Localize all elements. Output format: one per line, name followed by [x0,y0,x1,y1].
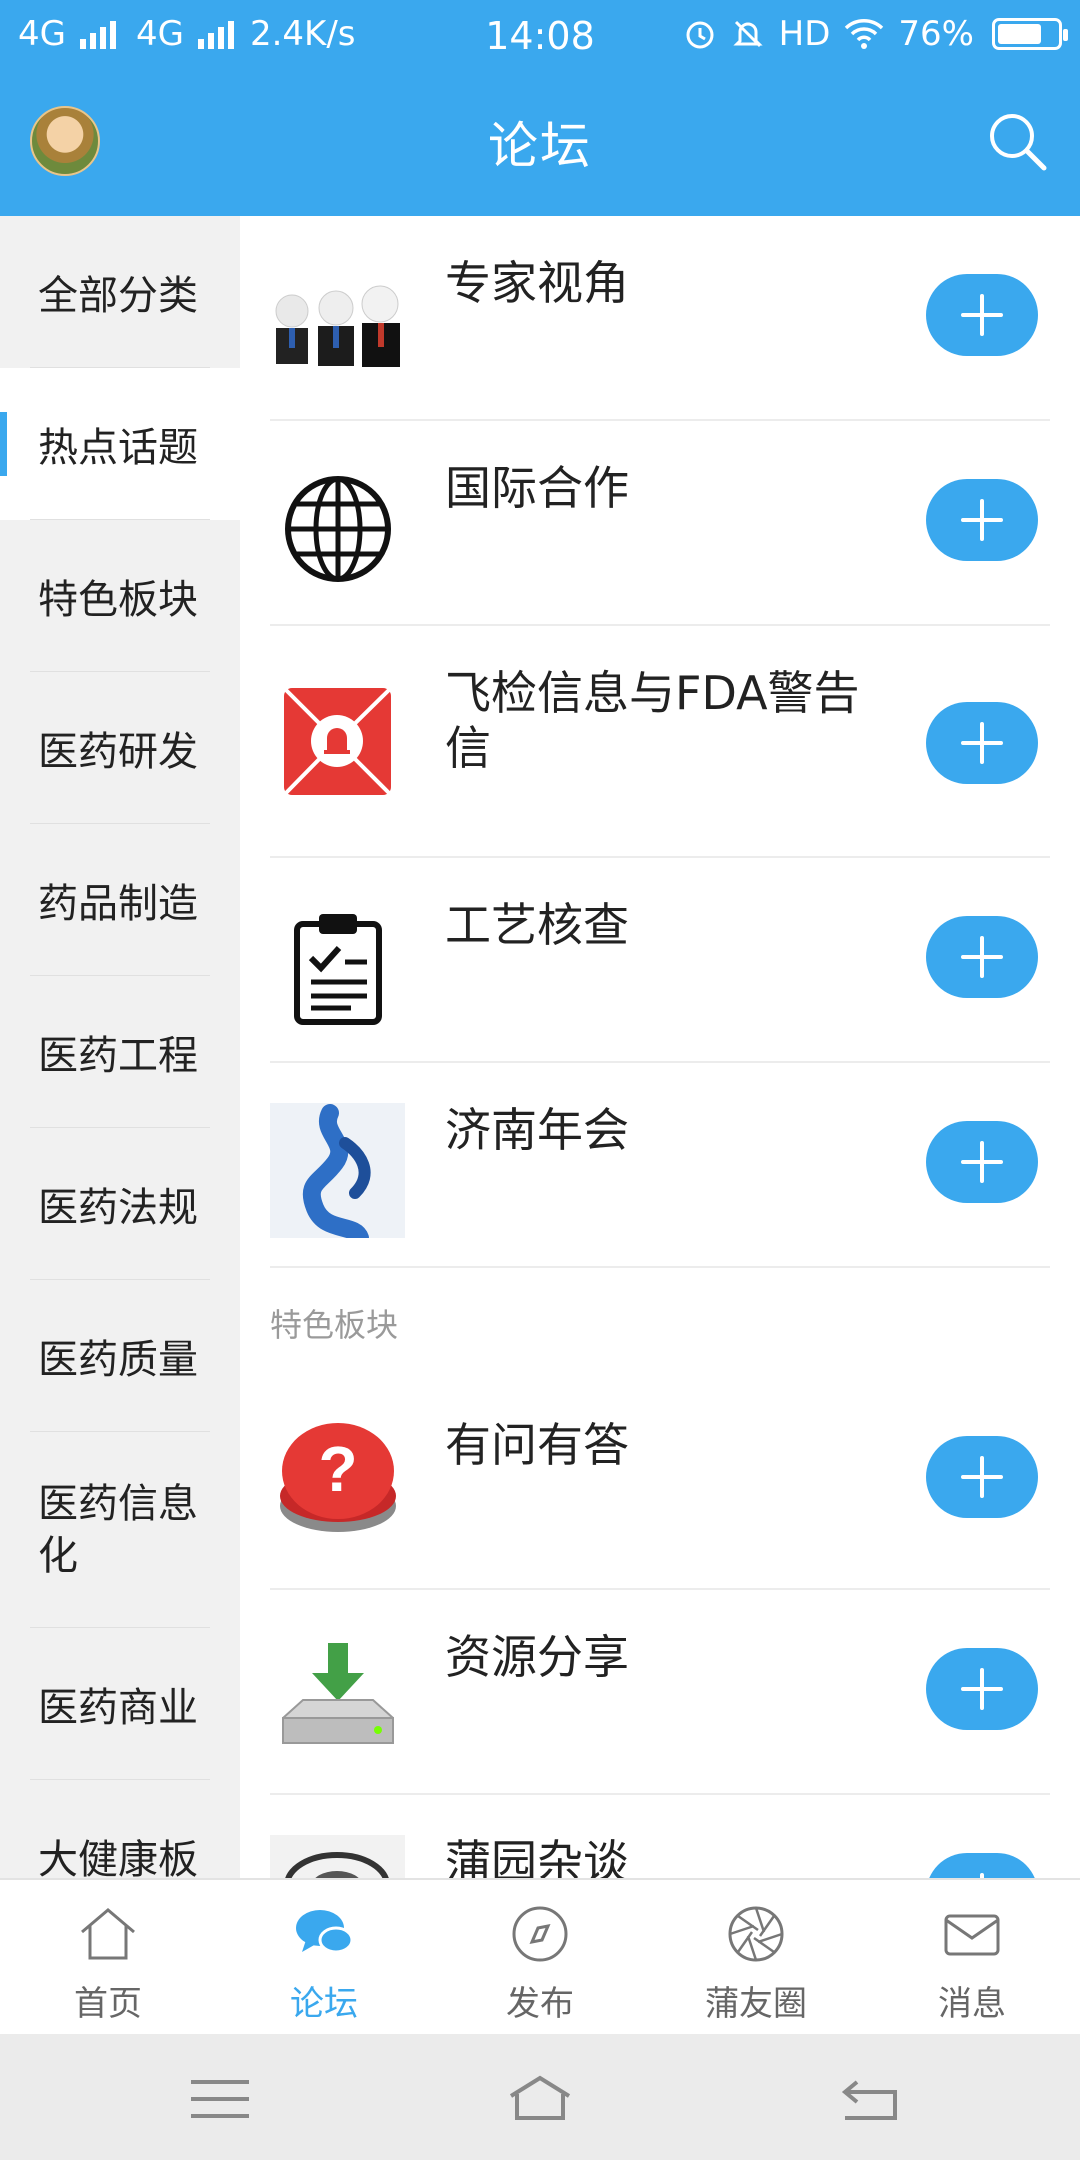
home-nav-icon[interactable] [505,2074,575,2124]
sidebar-item-label: 大健康板 [38,1837,198,1878]
home-icon [81,1908,135,1960]
svg-text:?: ? [318,1433,357,1505]
plus-icon [961,294,1003,336]
download-drive-icon [270,1630,405,1765]
sidebar-item-commerce[interactable]: 医药商业 [0,1628,240,1780]
plus-icon [961,1456,1003,1498]
board-name: 资源分享 [445,1630,629,1684]
plus-icon [961,936,1003,978]
sidebar-item-label: 医药研发 [38,729,198,775]
alarm-icon [270,674,405,809]
plus-icon [961,1668,1003,1710]
tab-publish[interactable]: 发布 [432,1880,648,2034]
tab-circle[interactable]: 蒲友圈 [648,1880,864,2034]
sidebar-item-label: 医药商业 [38,1685,198,1731]
follow-button[interactable] [926,479,1038,561]
board-name: 工艺核查 [445,898,629,952]
board-row[interactable]: ? 有问有答 [270,1378,1050,1590]
board-row[interactable]: 资源分享 [270,1590,1050,1795]
tab-label: 蒲友圈 [705,1984,807,2024]
plus-icon [961,1141,1003,1183]
ribbon-sculpture-icon [270,1103,405,1238]
tab-label: 发布 [506,1984,574,2024]
follow-button[interactable] [926,916,1038,998]
follow-button[interactable] [926,1436,1038,1518]
system-nav-bar [0,2034,1080,2160]
board-row[interactable]: 飞检信息与FDA警告信 [270,626,1050,858]
sidebar-item-label: 药品制造 [38,881,198,927]
category-sidebar: 全部分类 热点话题 特色板块 医药研发 药品制造 医药工程 医药法规 医药质量 … [0,216,240,1878]
sidebar-item-engineering[interactable]: 医药工程 [0,976,240,1128]
sidebar-item-label: 医药工程 [38,1033,198,1079]
question-button-icon: ? [270,1408,405,1543]
hd-indicator: HD [778,14,831,54]
search-icon[interactable] [982,106,1052,176]
status-bar: 4G 4G 2.4K/s 14:08 HD 76% [0,0,1080,76]
sketch-icon [270,1835,405,1878]
plus-icon [980,1873,984,1878]
alarm-clock-icon [686,21,714,49]
board-name: 国际合作 [445,461,629,515]
app-header: 论坛 [0,76,1080,216]
sidebar-item-all[interactable]: 全部分类 [0,216,240,368]
tab-home[interactable]: 首页 [0,1880,216,2034]
menu-icon[interactable] [185,2074,255,2124]
follow-button[interactable] [926,1853,1038,1878]
tab-label: 消息 [938,1984,1006,2024]
board-row[interactable]: 蒲园杂谈 [270,1795,1050,1878]
tab-messages[interactable]: 消息 [864,1880,1080,2034]
tab-forum[interactable]: 论坛 [216,1880,432,2034]
bottom-tab-bar: 首页 论坛 发布 蒲友圈 消息 [0,1878,1080,2034]
battery-icon [992,18,1068,50]
sidebar-item-label: 全部分类 [38,273,198,319]
sidebar-item-health[interactable]: 大健康板 [0,1780,240,1878]
section-header: 特色板块 [270,1306,399,1344]
forum-board-list: 专家视角 国际合作 飞检信息与FDA警告信 工艺核查 济南年会 特色板块 ? 有… [240,216,1080,1878]
mail-icon [944,1914,1000,1956]
back-icon[interactable] [835,2074,905,2124]
sidebar-item-informatization[interactable]: 医药信息化 [0,1432,240,1628]
sidebar-item-hot-topics[interactable]: 热点话题 [0,368,240,520]
sidebar-item-label: 医药信息化 [38,1481,198,1579]
follow-button[interactable] [926,274,1038,356]
aperture-icon [728,1906,784,1962]
follow-button[interactable] [926,702,1038,784]
page-title: 论坛 [488,117,592,175]
sidebar-item-label: 特色板块 [38,577,198,623]
tab-label: 论坛 [290,1984,358,2024]
compass-icon [512,1906,568,1962]
sidebar-item-featured[interactable]: 特色板块 [0,520,240,672]
board-name: 济南年会 [445,1103,629,1157]
board-name: 专家视角 [445,256,629,310]
clipboard-icon [270,898,405,1033]
follow-button[interactable] [926,1648,1038,1730]
follow-button[interactable] [926,1121,1038,1203]
wifi-icon [845,19,884,49]
board-row[interactable]: 济南年会 [270,1063,1050,1268]
sidebar-item-regulations[interactable]: 医药法规 [0,1128,240,1280]
sidebar-item-manufacturing[interactable]: 药品制造 [0,824,240,976]
experts-icon [270,256,405,391]
sidebar-item-quality[interactable]: 医药质量 [0,1280,240,1432]
globe-icon [270,461,405,596]
plus-icon [961,722,1003,764]
board-name: 飞检信息与FDA警告信 [445,666,860,776]
sidebar-item-label: 医药法规 [38,1185,198,1231]
board-row[interactable]: 工艺核查 [270,858,1050,1063]
board-row[interactable]: 专家视角 [270,216,1050,421]
sidebar-item-label: 热点话题 [38,425,198,471]
chat-bubbles-icon [296,1910,354,1954]
board-name: 蒲园杂谈 [445,1835,629,1878]
sidebar-item-label: 医药质量 [38,1337,198,1383]
mute-bell-icon [733,20,763,48]
battery-percent: 76% [898,14,974,54]
tab-label: 首页 [74,1984,142,2024]
plus-icon [961,499,1003,541]
top-bar: 4G 4G 2.4K/s 14:08 HD 76% 论坛 [0,0,1080,216]
sidebar-item-rnd[interactable]: 医药研发 [0,672,240,824]
board-name: 有问有答 [445,1418,629,1472]
board-row[interactable]: 国际合作 [270,421,1050,626]
